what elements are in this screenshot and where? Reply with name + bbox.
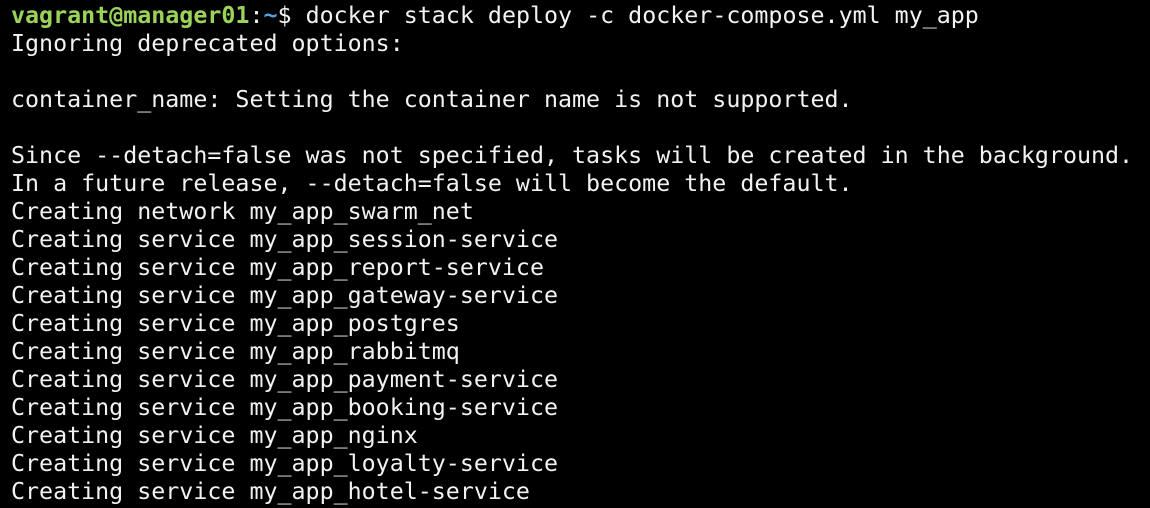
output-line: Creating service my_app_payment-service [11,366,559,393]
output-line: In a future release, --detach=false will… [11,170,853,197]
output-line: Creating service my_app_loyalty-service [11,450,559,477]
output-line: Creating service my_app_postgres [11,310,460,337]
output-line: Creating service my_app_hotel-service [11,478,530,505]
output-line: Creating service my_app_report-service [11,254,544,281]
prompt-user-host: vagrant@manager01 [11,2,250,29]
prompt-separator: : [249,2,264,29]
terminal-window[interactable]: vagrant@manager01:~$ docker stack deploy… [0,0,1150,508]
output-line: container_name: Setting the container na… [11,86,853,113]
output-line: Creating service my_app_booking-service [11,394,559,421]
output-line: Ignoring deprecated options: [11,30,404,57]
output-line: Creating service my_app_nginx [11,422,418,449]
output-line: Creating service my_app_rabbitmq [11,338,460,365]
output-line: Creating network my_app_swarm_net [11,198,474,225]
prompt-path: ~ [263,2,278,29]
output-line: Creating service my_app_session-service [11,226,559,253]
prompt-symbol: $ [277,2,306,29]
output-line: Since --detach=false was not specified, … [11,142,1134,169]
output-line: Creating service my_app_gateway-service [11,282,559,309]
command-text: docker stack deploy -c docker-compose.ym… [305,2,979,29]
prompt-line: vagrant@manager01:~$ docker stack deploy… [11,2,1150,30]
